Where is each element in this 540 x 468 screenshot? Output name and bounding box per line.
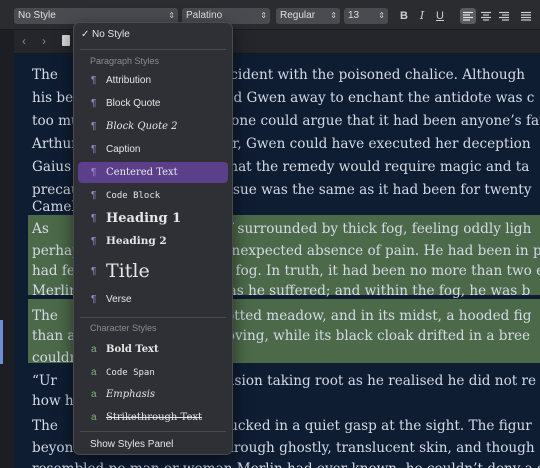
font-weight-value: Regular xyxy=(280,10,316,21)
font-weight-select[interactable]: Regular ⇕ xyxy=(276,8,340,24)
align-justify-icon xyxy=(521,11,531,21)
paragraph-style-icon: ¶ xyxy=(91,266,97,277)
menu-item-label: Show Styles Panel xyxy=(90,439,174,450)
paragraph-style-menu: ✓ No Style Paragraph Styles ¶ Attribution… xyxy=(73,22,233,455)
paragraph-style-icon: ¶ xyxy=(91,190,97,201)
align-left-icon xyxy=(463,11,473,21)
menu-divider xyxy=(80,431,226,432)
paragraph-style-icon: ¶ xyxy=(91,236,97,247)
italic-button[interactable]: I xyxy=(414,8,430,24)
align-center-icon xyxy=(481,11,491,21)
menu-item-label: No Style xyxy=(92,29,130,40)
menu-item-label: Attribution xyxy=(106,75,152,86)
character-style-icon: a xyxy=(91,389,97,400)
chevron-updown-icon: ⇕ xyxy=(260,11,267,20)
document-icon[interactable] xyxy=(62,35,70,46)
align-right-button[interactable] xyxy=(496,8,512,24)
menu-item-label: Block Quote xyxy=(106,98,161,109)
checkmark-icon: ✓ xyxy=(81,29,90,40)
paragraph-style-icon: ¶ xyxy=(91,167,97,178)
selection-marker xyxy=(0,320,3,364)
menu-item-label: Title xyxy=(106,260,150,282)
menu-item-verse[interactable]: ¶ Verse xyxy=(78,289,228,310)
menu-item-label: Code Block xyxy=(106,191,161,201)
menu-item-label: Emphasis xyxy=(106,389,156,400)
menu-item-label: Bold Text xyxy=(106,344,159,355)
font-size-value: 13 xyxy=(348,10,360,21)
chevron-updown-icon: ⇕ xyxy=(330,11,337,20)
menu-divider xyxy=(80,317,226,318)
underline-button[interactable]: U xyxy=(432,8,448,24)
paragraph-style-icon: ¶ xyxy=(91,294,97,305)
menu-item-code-span[interactable]: a Code Span xyxy=(78,362,228,383)
menu-item-block-quote-2[interactable]: ¶ Block Quote 2 xyxy=(78,116,228,137)
align-center-button[interactable] xyxy=(478,8,494,24)
bold-button[interactable]: B xyxy=(396,8,412,24)
text-line: Camel xyxy=(32,199,76,215)
section-header-paragraph: Paragraph Styles xyxy=(90,56,160,66)
paragraph-style-icon: ¶ xyxy=(91,121,97,132)
align-justify-button[interactable] xyxy=(518,8,534,24)
character-style-icon: a xyxy=(91,412,97,423)
menu-item-emphasis[interactable]: a Emphasis xyxy=(78,384,228,405)
paragraph-style-icon: ¶ xyxy=(91,98,97,109)
menu-item-attribution[interactable]: ¶ Attribution xyxy=(78,70,228,91)
menu-item-caption[interactable]: ¶ Caption xyxy=(78,139,228,160)
chevron-updown-icon: ⇕ xyxy=(378,11,385,20)
menu-item-heading-2[interactable]: ¶ Heading 2 xyxy=(78,231,228,252)
font-family-value: Palatino xyxy=(186,10,223,21)
text-line: how h xyxy=(32,393,74,409)
font-size-select[interactable]: 13 ⇕ xyxy=(344,8,388,24)
character-style-icon: a xyxy=(91,344,97,355)
menu-item-label: Centered Text xyxy=(106,167,178,178)
menu-item-title[interactable]: ¶ Title xyxy=(78,256,228,287)
align-left-button[interactable] xyxy=(460,8,476,24)
menu-item-label: Block Quote 2 xyxy=(106,121,178,132)
menu-item-centered-text[interactable]: ¶ Centered Text xyxy=(78,162,228,183)
menu-item-code-block[interactable]: ¶ Code Block xyxy=(78,185,228,206)
menu-divider xyxy=(80,49,226,50)
menu-item-bold-text[interactable]: a Bold Text xyxy=(78,339,228,360)
show-styles-panel-item[interactable]: Show Styles Panel xyxy=(78,434,228,455)
paragraph-style-value: No Style xyxy=(18,10,56,21)
menu-item-label: Heading 2 xyxy=(106,235,167,247)
align-right-icon xyxy=(499,11,509,21)
paragraph-style-icon: ¶ xyxy=(91,144,97,155)
menu-item-label: Strikethrough Text xyxy=(106,412,203,423)
menu-item-label: Caption xyxy=(106,144,141,155)
back-arrow-icon[interactable]: ‹ xyxy=(22,34,26,48)
paragraph-style-icon: ¶ xyxy=(91,213,97,224)
sidebar-edge xyxy=(0,30,14,468)
paragraph-style-icon: ¶ xyxy=(91,75,97,86)
character-style-icon: a xyxy=(91,367,97,378)
menu-item-no-style[interactable]: ✓ No Style xyxy=(78,24,228,45)
text-line: couldn xyxy=(32,350,79,366)
menu-item-heading-1[interactable]: ¶ Heading 1 xyxy=(78,207,228,231)
menu-item-block-quote[interactable]: ¶ Block Quote xyxy=(78,93,228,114)
forward-arrow-icon[interactable]: › xyxy=(42,34,46,48)
text-line: resembled no man or woman Merlin had eve… xyxy=(32,459,540,468)
menu-item-label: Verse xyxy=(106,294,132,305)
menu-item-strikethrough-text[interactable]: a Strikethrough Text xyxy=(78,407,228,428)
menu-item-label: Code Span xyxy=(106,368,155,378)
section-header-character: Character Styles xyxy=(90,323,157,333)
menu-item-label: Heading 1 xyxy=(106,211,182,226)
